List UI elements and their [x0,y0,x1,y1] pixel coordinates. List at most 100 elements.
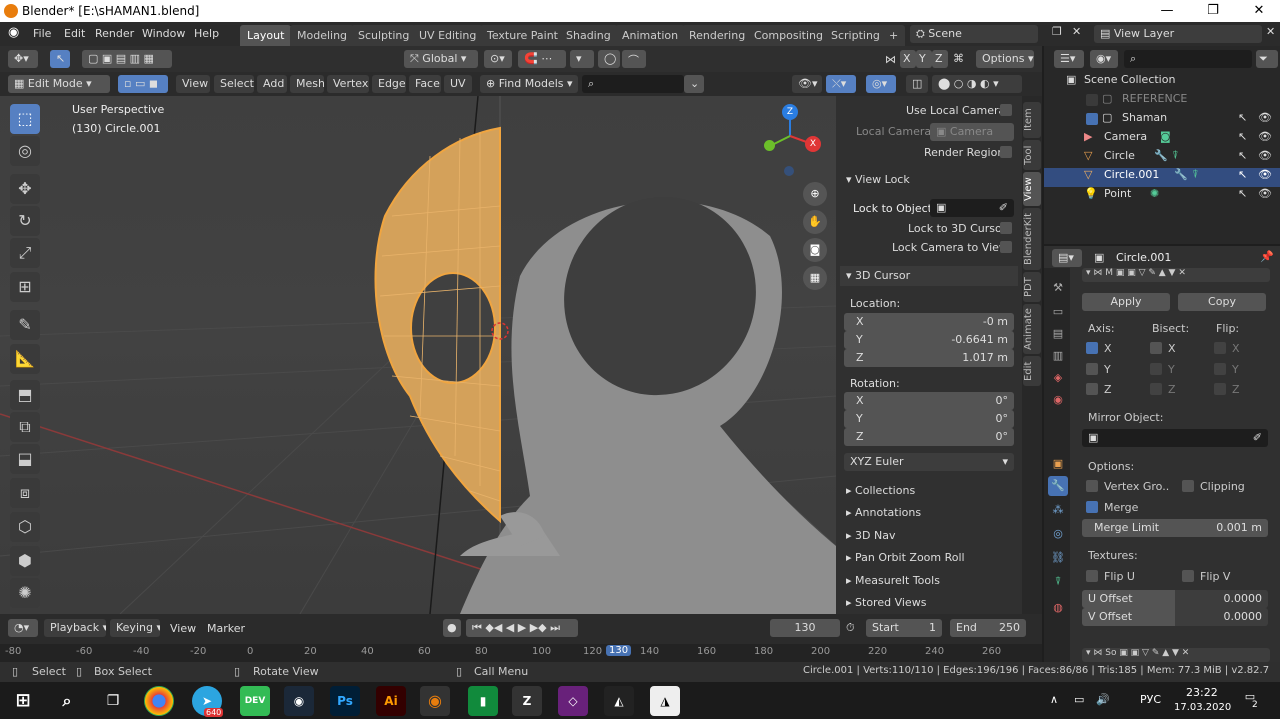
3d-nav-section[interactable]: ▸ 3D Nav [840,526,1018,546]
timeline-editor-type[interactable]: ◔▾ [8,619,38,637]
shading-mode-buttons[interactable]: ⬤ ○ ◑ ◐ ▾ [932,75,1022,93]
object-properties-icon[interactable]: ▣ [1048,454,1068,474]
flip-u-checkbox[interactable] [1086,570,1098,582]
measureit-section[interactable]: ▸ MeasureIt Tools [840,571,1018,591]
timeline-view-menu[interactable]: View [170,622,196,635]
stopwatch-icon[interactable]: ⏱ [846,621,855,635]
modifier-properties-icon[interactable]: 🔧 [1048,476,1068,496]
v-offset-field[interactable]: V Offset 0.0000 [1082,608,1268,626]
cursor-location-x[interactable]: X -0 m [844,313,1014,331]
camera-view-icon[interactable]: ◙ [803,238,827,262]
use-local-camera-checkbox[interactable] [1000,104,1012,116]
physics-properties-icon[interactable]: ◎ [1048,524,1068,544]
tab-rendering[interactable]: Rendering [682,25,753,46]
outliner-row-point[interactable]: 💡 Point ✺ ↖ 👁 [1044,187,1280,206]
add-workspace-button[interactable]: + [882,25,906,46]
unity-hub-icon[interactable]: ◮ [650,686,680,716]
playback-controls[interactable]: ⏮ ◆◀ ◀ ▶ ▶◆ ⏭ [466,619,578,637]
face-menu[interactable]: Face [409,75,441,93]
transform-orientation-dropdown[interactable]: ⤧ Global ▾ [404,50,478,68]
view-menu[interactable]: View [176,75,210,93]
playback-menu[interactable]: Playback ▾ [44,619,106,637]
measure-tool-icon[interactable]: 📐 [10,344,40,374]
select-icon[interactable]: ↖ [1238,149,1247,162]
language-indicator[interactable]: РУС [1140,693,1161,706]
collections-section[interactable]: ▸ Collections [840,481,1018,501]
poly-build-tool-icon[interactable]: ⬢ [10,546,40,576]
xray-toggle-icon[interactable]: ◫ [906,75,928,93]
chrome-icon[interactable] [144,686,174,716]
uv-menu[interactable]: UV [444,75,472,93]
axis-y-checkbox[interactable] [1086,363,1098,375]
end-frame-field[interactable]: End 250 [950,619,1026,637]
cursor-tool-icon[interactable]: ◎ [10,136,40,166]
modifier-header[interactable]: ▾ ⋈ M ▣ ▣ ▽ ✎ ▲ ▼ ✕ [1082,268,1270,282]
steam-icon[interactable]: ◉ [284,686,314,716]
view-lock-section[interactable]: ▾ View Lock [840,170,1018,190]
zbrush-icon[interactable]: Z [512,686,542,716]
scale-tool-icon[interactable]: ⤢ [10,238,40,268]
search-dropdown-icon[interactable]: ⌄ [684,75,704,93]
frame-ruler[interactable]: -80 -60 -40 -20 0 20 40 60 80 100 120 13… [0,644,1042,662]
select-icon[interactable]: ↖ [1238,168,1247,181]
gizmo-z-axis[interactable]: Z [782,104,798,120]
vertex-menu[interactable]: Vertex [327,75,369,93]
tool-properties-icon[interactable]: ⚒ [1048,278,1068,298]
find-models-dropdown[interactable]: ⊕ Find Models ▾ [480,75,578,93]
flip-v-checkbox[interactable] [1182,570,1194,582]
menu-render[interactable]: Render [95,27,134,40]
search-input[interactable]: ⌕ [582,75,684,93]
falloff-icon[interactable]: ⌒ [622,50,646,68]
axis-z-checkbox[interactable] [1086,383,1098,395]
eyedropper-icon[interactable]: ✐ [1253,431,1262,444]
copy-scene-icon[interactable]: ❐ [1052,25,1062,38]
blender-menu-icon[interactable]: ◉ [8,25,19,40]
move-tool-icon[interactable]: ✥ [10,174,40,204]
gizmo-x-axis[interactable]: X [805,136,821,152]
edge-menu[interactable]: Edge [372,75,406,93]
outliner-row-shaman[interactable]: ▢ Shaman ↖ 👁 [1044,111,1280,130]
app-icon-green[interactable]: ▮ [468,686,498,716]
gizmo-neg-z-axis[interactable] [784,166,794,176]
annotations-section[interactable]: ▸ Annotations [840,503,1018,523]
eye-icon[interactable]: 👁 [1258,187,1272,200]
perspective-toggle-icon[interactable]: ▦ [803,266,827,290]
eyedropper-icon[interactable]: ✐ [999,201,1008,214]
menu-help[interactable]: Help [194,27,219,40]
mode-dropdown[interactable]: ▦ Edit Mode ▾ [8,75,110,93]
photoshop-icon[interactable]: Ps [330,686,360,716]
select-icon[interactable]: ↖ [1238,130,1247,143]
cursor-location-z[interactable]: Z 1.017 m [844,349,1014,367]
clock-date[interactable]: 17.03.2020 [1174,702,1231,713]
stored-views-section[interactable]: ▸ Stored Views [840,593,1018,613]
annotate-tool-icon[interactable]: ✎ [10,310,40,340]
current-frame-field[interactable]: 130 [770,619,840,637]
tab-layout[interactable]: Layout [240,25,292,46]
bisect-z-checkbox[interactable] [1150,383,1162,395]
cursor-rotation-x[interactable]: X 0° [844,392,1014,410]
select-icon[interactable]: ↖ [1238,111,1247,124]
vertex-groups-checkbox[interactable] [1086,480,1098,492]
next-modifier-header[interactable]: ▾ ⋈ So ▣ ▣ ▽ ✎ ▲ ▼ ✕ [1082,648,1270,662]
tab-shading[interactable]: Shading [559,25,618,46]
keying-menu[interactable]: Keying ▾ [110,619,160,637]
filter-icon[interactable]: ⏷ [1256,50,1278,68]
task-view-icon[interactable]: ❐ [98,686,128,716]
outliner-editor-type[interactable]: ☰▾ [1054,50,1084,68]
world-properties-icon[interactable]: ◉ [1048,390,1068,410]
network-icon[interactable]: ▭ [1074,693,1084,706]
3d-viewport[interactable]: User Perspective (130) Circle.001 Z X ⊕ … [0,96,836,614]
outliner-search[interactable]: ⌕ [1124,50,1252,68]
outliner-row-camera[interactable]: ▶ Camera ◙ ↖ 👁 [1044,130,1280,149]
exclude-checkbox[interactable] [1086,94,1098,106]
u-offset-field[interactable]: U Offset 0.0000 [1082,590,1268,608]
maximize-button[interactable]: ❐ [1190,0,1236,22]
lock-camera-checkbox[interactable] [1000,241,1012,253]
lock-to-object-field[interactable]: ▣ ✐ [930,199,1014,217]
eye-icon[interactable]: 👁 [1258,111,1272,124]
select-tool-icon[interactable]: ↖ [50,50,70,68]
outliner-row-reference[interactable]: ▢ REFERENCE [1044,92,1280,111]
tab-texture-paint[interactable]: Texture Paint [480,25,565,46]
mirror-object-field[interactable]: ▣ ✐ [1082,429,1268,447]
visual-studio-icon[interactable]: ◇ [558,686,588,716]
